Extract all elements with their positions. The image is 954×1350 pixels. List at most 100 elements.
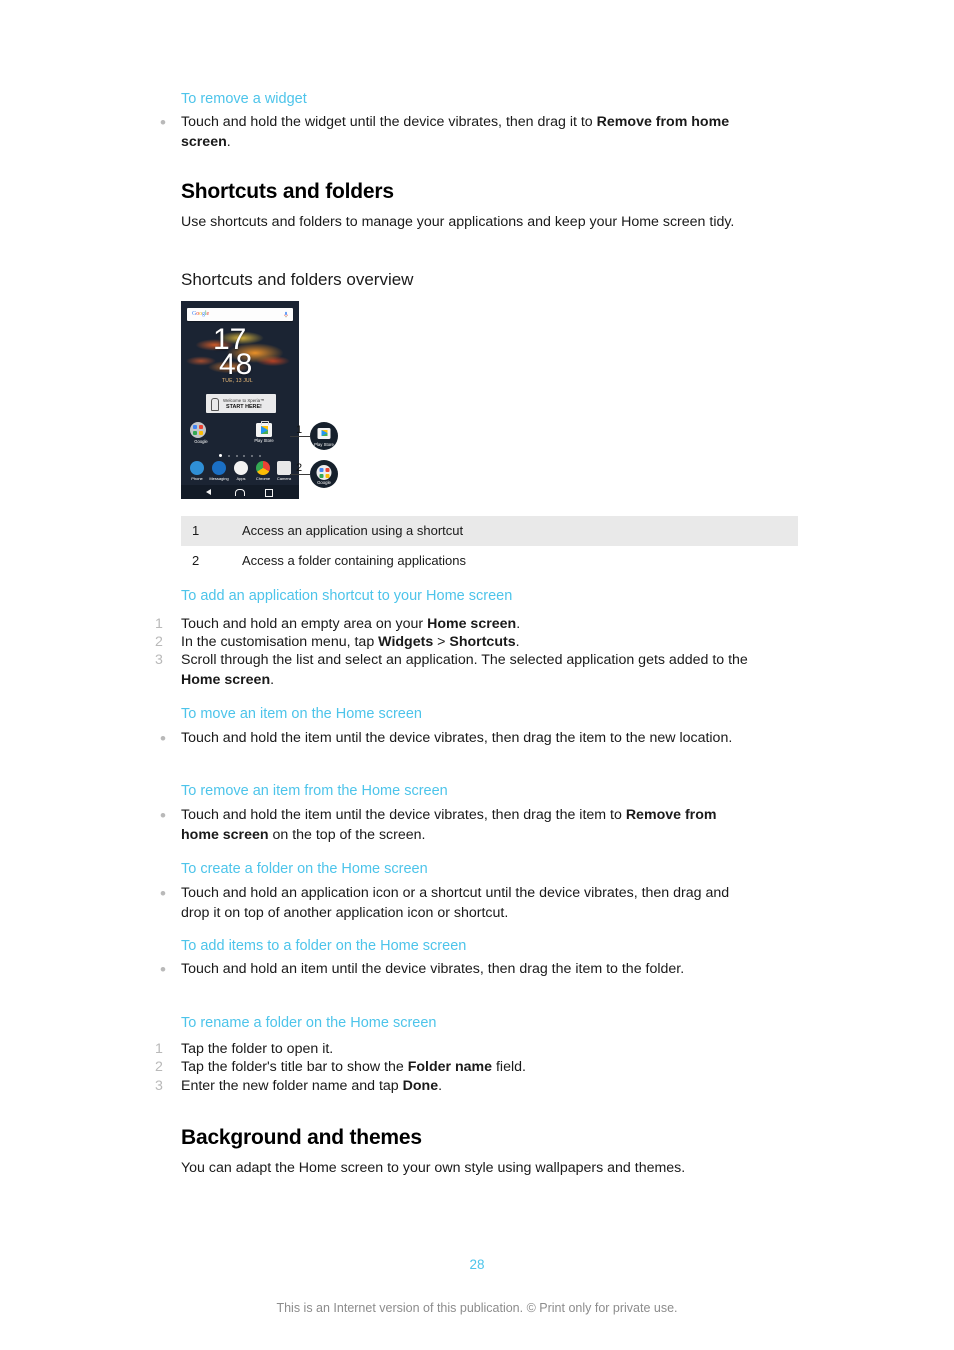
step-text: Scroll through the list and select an ap… (181, 652, 748, 668)
bullet-move-item: • Touch and hold the item until the devi… (160, 729, 757, 749)
bullet-text: Touch and hold the item until the device… (181, 730, 733, 746)
legend-number: 1 (192, 523, 200, 538)
footer-note: This is an Internet version of this publ… (276, 1301, 678, 1315)
dock-label: Chrome (255, 476, 271, 481)
step-number: 1 (155, 1041, 163, 1057)
home-icon-label: Play Store (254, 438, 274, 443)
heading-move-item: To move an item on the Home screen (181, 706, 422, 722)
home-icon-label: Google (194, 439, 208, 444)
step-text: Tap the folder to open it. (181, 1041, 334, 1057)
home-icon-play-store[interactable]: Play Store (253, 420, 275, 443)
play-store-icon (256, 420, 272, 437)
step-bold: Done (402, 1078, 439, 1094)
step-mid: > (433, 634, 450, 650)
step-bold: Folder name (407, 1059, 493, 1075)
bullet-marker: • (160, 960, 166, 979)
heading-add-items-to-folder: To add items to a folder on the Home scr… (181, 938, 467, 954)
page-indicator (219, 454, 261, 457)
step-bold: Home screen (181, 671, 271, 688)
step-bold-2: Shortcuts (449, 634, 516, 650)
step-text-end: . (270, 671, 275, 688)
lightbulb-icon (211, 398, 219, 411)
dock-icon-chrome[interactable]: Chrome (252, 461, 274, 481)
chrome-icon (256, 461, 270, 475)
bullet-text-post: on the top of the screen. (268, 826, 426, 843)
step-bold: Home screen (427, 616, 517, 632)
legend-number: 2 (192, 553, 200, 568)
step-number: 3 (155, 652, 163, 668)
dock-icon-apps[interactable]: Apps (230, 461, 252, 481)
messaging-icon (212, 461, 226, 475)
step-text-end: . (438, 1078, 443, 1094)
home-icon[interactable] (235, 489, 245, 496)
dock: Phone Messaging Apps Chrome Camera (181, 461, 299, 485)
step-number: 2 (155, 1059, 163, 1075)
step-text: Tap the folder's title bar to show the (181, 1059, 408, 1075)
step-number: 2 (155, 634, 163, 650)
callout-label: Google (317, 480, 331, 485)
callout-icon-google-folder: Google (310, 460, 338, 488)
legend-description: Access a folder containing applications (242, 553, 467, 568)
step-rename-folder-3: 3 Enter the new folder name and tap Done… (155, 1077, 781, 1097)
phone-icon (190, 461, 204, 475)
subheading-shortcuts-overview: Shortcuts and folders overview (181, 270, 414, 289)
step-add-shortcut-2: 2 In the customisation menu, tap Widgets… (155, 633, 781, 653)
step-text: In the customisation menu, tap (181, 634, 379, 650)
step-add-shortcut-1: 1 Touch and hold an empty area on your H… (155, 615, 781, 635)
bullet-remove-item: • Touch and hold the item until the devi… (160, 806, 757, 845)
step-text-end: . (515, 634, 520, 650)
shortcuts-intro-paragraph: Use shortcuts and folders to manage your… (181, 214, 735, 230)
section-title-background-and-themes: Background and themes (181, 1126, 422, 1149)
step-rename-folder-2: 2 Tap the folder's title bar to show the… (155, 1058, 781, 1078)
widget-line-2: START HERE! (226, 404, 262, 410)
heading-remove-item: To remove an item from the Home screen (181, 783, 448, 799)
clock-date: TUE, 13 JUL (222, 378, 253, 384)
clock-widget[interactable]: 17 48 (213, 325, 252, 380)
google-folder-icon (190, 422, 206, 438)
text-plain: Touch and hold the widget until the devi… (181, 114, 597, 130)
step-bold: Widgets (378, 634, 434, 650)
apps-grid-icon (234, 461, 248, 475)
document-page: To remove a widget • Touch and hold the … (0, 0, 954, 1350)
step-text-end: field. (492, 1059, 526, 1075)
camera-icon (277, 461, 291, 475)
dock-icon-messaging[interactable]: Messaging (208, 461, 230, 481)
callout-number: 2 (296, 462, 303, 474)
step-number: 3 (155, 1078, 163, 1094)
section-title-shortcuts-and-folders: Shortcuts and folders (181, 180, 394, 203)
legend-table: 1 Access an application using a shortcut… (181, 516, 798, 576)
callout-2: 2 Google (290, 457, 350, 493)
step-text-end: . (516, 616, 521, 632)
callout-1: 1 Play Store (290, 420, 350, 454)
back-icon[interactable] (206, 489, 211, 495)
bullet-marker: • (160, 729, 166, 748)
step-text: Enter the new folder name and tap (181, 1078, 403, 1094)
bullet-text: Touch and hold an application icon or a … (181, 885, 730, 921)
bullet-text: Touch and hold the widget until the devi… (181, 113, 781, 152)
table-row: 1 Access an application using a shortcut (181, 516, 798, 546)
callout-label: Play Store (314, 442, 334, 447)
heading-create-folder: To create a folder on the Home screen (181, 861, 428, 877)
step-rename-folder-1: 1 Tap the folder to open it. (155, 1040, 781, 1060)
bullet-create-folder: • Touch and hold an application icon or … (160, 884, 751, 923)
background-themes-intro: You can adapt the Home screen to your ow… (181, 1160, 686, 1176)
bullet-add-items-to-folder: • Touch and hold an item until the devic… (160, 960, 721, 980)
table-row: 2 Access a folder containing application… (181, 546, 798, 576)
bullet-remove-widget: • Touch and hold the widget until the de… (160, 113, 781, 152)
callout-number: 1 (296, 424, 303, 436)
dock-label: Apps (236, 476, 246, 481)
google-logo: Google (192, 311, 210, 317)
home-icon-google-folder[interactable]: Google (190, 422, 212, 444)
dock-label: Messaging (209, 476, 229, 481)
step-text: Touch and hold an empty area on your (181, 616, 428, 632)
heading-add-application-shortcut: To add an application shortcut to your H… (181, 588, 513, 604)
step-add-shortcut-3: 3 Scroll through the list and select an … (155, 651, 759, 690)
phone-home-screen-screenshot: Google 17 48 TUE, 13 JUL Welcome to Xper… (181, 301, 299, 499)
callout-icon-play-store: Play Store (310, 422, 338, 450)
dock-icon-phone[interactable]: Phone (186, 461, 208, 481)
microphone-icon[interactable] (284, 311, 288, 319)
recents-icon[interactable] (265, 489, 273, 497)
page-number: 28 (469, 1257, 485, 1272)
google-search-bar-widget[interactable]: Google (187, 308, 293, 321)
xperia-welcome-widget[interactable]: Welcome to Xperia™ START HERE! (206, 394, 276, 413)
